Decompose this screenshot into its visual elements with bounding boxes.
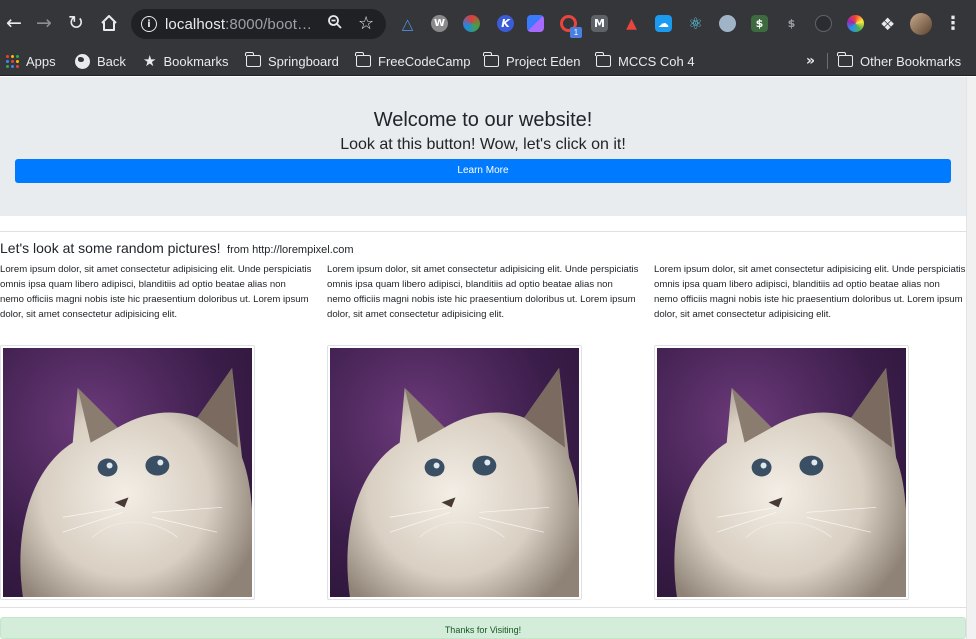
extension-palette-icon[interactable] [847,15,864,32]
globe-icon [75,53,90,69]
divider [0,607,966,608]
reload-icon[interactable]: ↻ [64,11,88,35]
footer-alert: Thanks for Visiting! [0,617,966,639]
jumbotron-subtitle: Look at this button! Wow, let's click on… [340,136,626,153]
cat-photo [327,345,582,600]
learn-more-button[interactable]: Learn More [15,159,951,183]
bookmark-other-bookmarks[interactable]: Other Bookmarks [837,52,962,70]
extension-triangle-icon[interactable]: △ [399,15,416,33]
extension-color-wheel-icon[interactable] [463,15,480,32]
bookmark-label: Project Eden [506,53,581,69]
back-arrow-icon[interactable]: ← [2,11,26,35]
gallery-card: Lorem ipsum dolor, sit amet consectetur … [654,262,966,322]
extension-lighthouse-icon[interactable]: ▲ [623,15,640,32]
bookmark-label: Apps [26,53,56,69]
bookmark-label: Springboard [268,53,339,69]
extension-k-icon[interactable]: K [497,15,514,32]
address-bar[interactable]: i localhost:8000/boot… ☆ [131,9,386,39]
folder-icon [245,52,261,67]
jumbotron-title: Welcome to our website! [373,109,593,131]
bookmark-freecodecamp[interactable]: FreeCodeCamp [355,52,471,70]
extension-react-icon[interactable]: ⚛ [687,14,704,33]
url-host: localhost [165,16,226,33]
cat-photo-graphic [330,348,579,597]
url-path: :8000/boot… [225,16,313,33]
page-content: Welcome to our website! Look at this but… [0,77,966,639]
bookmark-mccs-coh-4[interactable]: MCCS Coh 4 [595,52,695,70]
folder-icon [483,52,499,67]
forward-arrow-icon[interactable]: → [32,11,56,35]
extension-s-icon[interactable]: $ [751,15,768,32]
bookmark-back[interactable]: Back [75,52,126,70]
bookmarks-overflow-icon[interactable]: » [806,53,815,69]
bookmark-project-eden[interactable]: Project Eden [483,52,581,70]
divider [0,231,966,232]
zoom-icon[interactable] [327,14,345,32]
extension-dollar-icon[interactable]: $ [783,15,800,32]
apps-grid-icon [6,54,19,68]
cat-photo-graphic [3,348,252,597]
card-text: Lorem ipsum dolor, sit amet consectetur … [327,264,639,320]
extension-cloud-icon[interactable]: ☁ [655,15,672,32]
cat-photo [654,345,909,600]
bookmark-label: MCCS Coh 4 [618,53,695,69]
bookmark-apps[interactable]: Apps [6,52,56,70]
extension-circle-icon[interactable] [719,15,736,32]
extensions-puzzle-icon[interactable]: ❖ [880,15,895,35]
star-icon: ★ [143,52,157,70]
bookmark-label: Other Bookmarks [860,53,962,69]
bookmark-label: Back [97,53,126,69]
jumbotron: Welcome to our website! Look at this but… [0,77,966,216]
folder-icon [595,52,611,67]
bookmark-label: Bookmarks [163,53,229,69]
bookmarks-bar: Apps Back ★ Bookmarks Springboard FreeCo… [0,46,976,76]
bookmark-label: FreeCodeCamp [378,53,471,69]
card-text: Lorem ipsum dolor, sit amet consectetur … [0,264,312,320]
profile-avatar[interactable] [910,13,932,35]
page-scrollbar[interactable] [966,77,976,639]
extension-dark-icon[interactable] [815,15,832,32]
folder-icon [355,52,371,67]
url-text[interactable]: localhost:8000/boot… [165,16,312,33]
folder-icon [837,52,853,67]
cat-photo [0,345,255,600]
gallery-title: Let's look at some random pictures! [0,240,221,256]
bookmark-springboard[interactable]: Springboard [245,52,339,70]
gallery-card: Lorem ipsum dolor, sit amet consectetur … [327,262,639,322]
gallery-card: Lorem ipsum dolor, sit amet consectetur … [0,262,312,322]
card-text: Lorem ipsum dolor, sit amet consectetur … [654,264,966,320]
bookmark-star-icon[interactable]: ☆ [358,13,374,34]
cat-photo-graphic [657,348,906,597]
gallery-source: from http://lorempixel.com [227,244,354,256]
extension-squares-icon[interactable] [527,15,544,32]
home-icon[interactable] [97,11,121,35]
bookmark-bookmarks[interactable]: ★ Bookmarks [143,52,228,70]
extension-m-icon[interactable]: M [591,15,608,32]
browser-menu-icon[interactable]: ⋮ [944,13,962,34]
site-info-icon[interactable]: i [141,16,157,32]
bookmarks-divider [827,53,828,69]
browser-toolbar: ← → ↻ i localhost:8000/boot… ☆ △ W K 1 M… [0,0,976,46]
extension-badge: 1 [570,27,582,38]
gallery-heading: Let's look at some random pictures! from… [0,240,354,258]
extension-w-icon[interactable]: W [431,15,448,32]
